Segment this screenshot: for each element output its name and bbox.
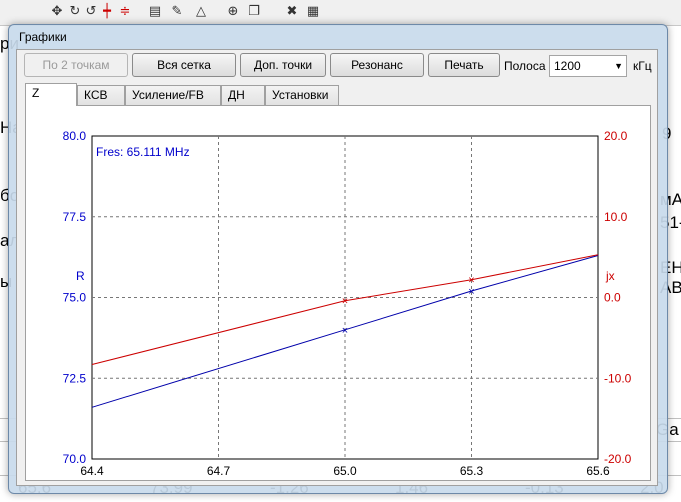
left-tick-label: 70.0 <box>63 452 87 466</box>
full-grid-button[interactable]: Вся сетка <box>132 53 236 77</box>
left-axis-label: R <box>76 269 85 283</box>
x-tick-label: 64.4 <box>80 464 104 478</box>
document-icon[interactable]: ▤ <box>148 5 162 19</box>
x-tick-label: 64.7 <box>207 464 231 478</box>
rotate-icon[interactable]: ↻ <box>68 5 82 19</box>
right-tick-label: 20.0 <box>604 129 628 143</box>
right-tick-label: -20.0 <box>604 452 632 466</box>
data-point-marker: × <box>342 296 348 308</box>
data-point-marker: × <box>342 325 348 337</box>
right-axis-label: jx <box>605 269 615 283</box>
segments-icon[interactable]: ┿ <box>100 5 114 19</box>
chevron-down-icon: ▼ <box>614 61 623 71</box>
charts-dialog: Графики По 2 точкам Вся сетка Доп. точки… <box>8 24 668 494</box>
resonance-button[interactable]: Резонанс <box>330 53 424 77</box>
band-value: 1200 <box>554 59 581 73</box>
resonance-annotation: Fres: 65.111 MHz <box>96 145 190 159</box>
right-tick-label: -10.0 <box>604 371 632 385</box>
tab-z[interactable]: Z <box>25 83 77 106</box>
target-icon[interactable]: ⊕ <box>226 5 240 19</box>
band-unit: кГц <box>633 59 652 73</box>
calculator-icon[interactable]: ▦ <box>306 5 320 19</box>
band-select[interactable]: 1200 ▼ <box>549 55 627 77</box>
left-tick-label: 80.0 <box>63 129 87 143</box>
data-point-marker: × <box>468 275 474 287</box>
tools-icon[interactable]: ✖ <box>285 5 299 19</box>
data-point-marker: × <box>468 286 474 298</box>
refresh-icon[interactable]: ↺ <box>84 5 98 19</box>
copy-icon[interactable]: ❐ <box>247 5 261 19</box>
move-icon[interactable]: ✥ <box>50 5 64 19</box>
tab-gain-fb[interactable]: Усиление/FB <box>125 85 221 105</box>
extra-points-button[interactable]: Доп. точки <box>240 53 326 77</box>
right-tick-label: 0.0 <box>604 291 621 305</box>
split-icon[interactable]: ≑ <box>118 5 132 19</box>
left-tick-label: 75.0 <box>63 291 87 305</box>
dialog-title: Графики <box>19 30 67 44</box>
impedance-chart: 64.4 64.7 65.0 65.3 65.6 80.0 20.0 77.5 10.0 75.0… <box>63 129 632 478</box>
tab-settings[interactable]: Установки <box>265 85 339 105</box>
eraser-icon[interactable]: ✎ <box>170 5 184 19</box>
x-tick-label: 65.6 <box>586 464 610 478</box>
left-tick-label: 77.5 <box>63 210 87 224</box>
dialog-body: По 2 точкам Вся сетка Доп. точки Резонан… <box>16 49 658 486</box>
band-label: Полоса <box>504 59 546 73</box>
x-tick-label: 65.3 <box>460 464 484 478</box>
left-tick-label: 72.5 <box>63 371 87 385</box>
tab-pattern[interactable]: ДН <box>221 85 265 105</box>
chart-panel: 64.4 64.7 65.0 65.3 65.6 80.0 20.0 77.5 10.0 75.0… <box>25 105 651 481</box>
main-toolbar: ✥ ↻ ↺ ┿ ≑ ▤ ✎ △ ⊕ ❐ ✖ ▦ <box>0 0 681 26</box>
print-button[interactable]: Печать <box>428 53 500 77</box>
triangle-icon[interactable]: △ <box>194 5 208 19</box>
right-tick-label: 10.0 <box>604 210 628 224</box>
two-points-button[interactable]: По 2 точкам <box>24 53 128 77</box>
tab-swr[interactable]: КСВ <box>77 85 125 105</box>
x-tick-label: 65.0 <box>333 464 357 478</box>
